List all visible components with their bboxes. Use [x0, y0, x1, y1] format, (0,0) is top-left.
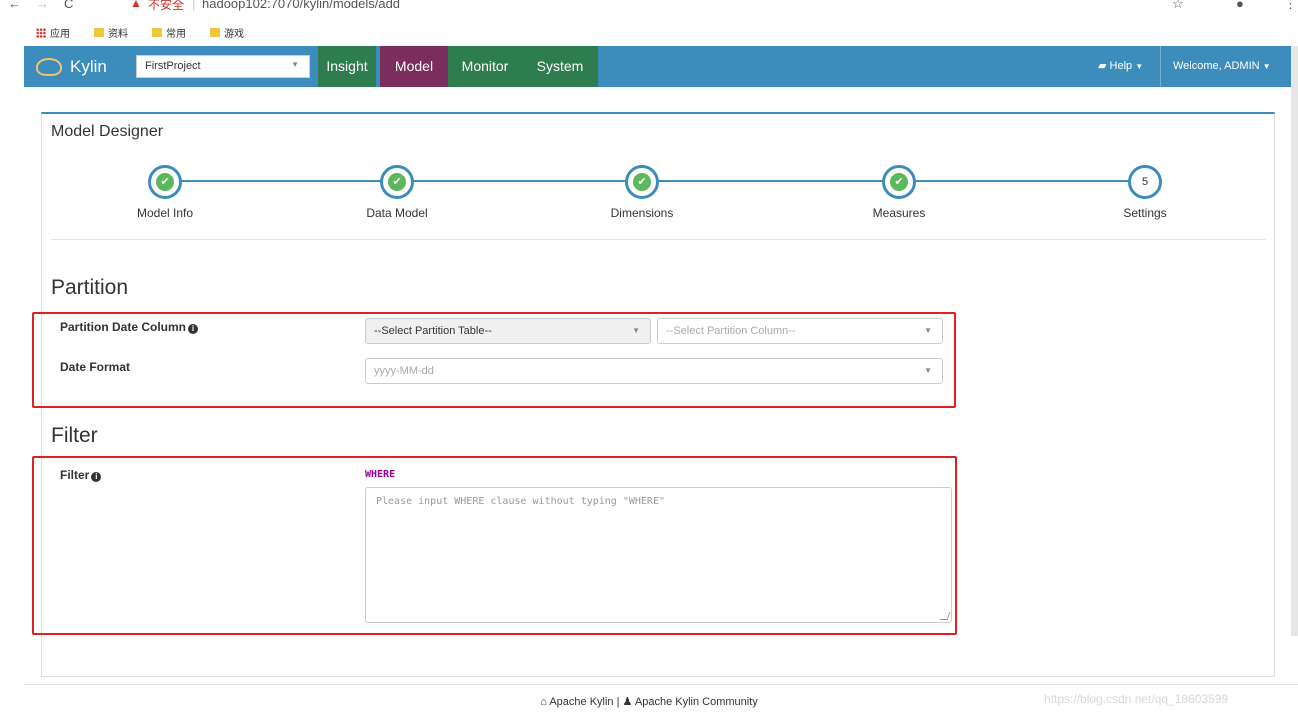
date-format-label: Date Format: [60, 360, 131, 374]
step-measures[interactable]: ✔: [882, 165, 916, 199]
partition-table-value: --Select Partition Table--: [374, 325, 492, 337]
partition-date-column-label: Partition Date Column i: [60, 320, 199, 334]
forward-icon[interactable]: →: [36, 0, 49, 11]
divider: [51, 239, 1266, 240]
browser-chrome: ← → C ▲ 不安全 | hadoop102:7070/kylin/model…: [0, 0, 1298, 46]
step-number: 5: [1141, 176, 1149, 188]
page-title: Model Designer: [51, 123, 164, 140]
folder-icon: [94, 28, 104, 37]
bookmark-folder[interactable]: 游戏: [210, 25, 244, 40]
step-label: Measures: [872, 206, 926, 220]
footer-link-kylin[interactable]: Apache Kylin: [549, 696, 613, 708]
footer-link-community[interactable]: Apache Kylin Community: [635, 696, 758, 708]
insecure-label[interactable]: 不安全: [148, 0, 184, 13]
partition-column-select[interactable]: --Select Partition Column-- ▼: [657, 318, 943, 344]
footer-divider: [24, 684, 1298, 685]
step-dimensions[interactable]: ✔: [625, 165, 659, 199]
partition-date-column-text: Partition Date Column: [60, 320, 187, 334]
caret-down-icon: ▼: [291, 60, 299, 69]
folder-icon: [152, 28, 162, 37]
project-select[interactable]: FirstProject ▼: [136, 55, 310, 78]
star-icon[interactable]: ☆: [1172, 0, 1184, 12]
where-keyword: WHERE: [365, 469, 396, 480]
partition-heading: Partition: [51, 276, 129, 299]
filter-where-textarea[interactable]: Please input WHERE clause without typing…: [365, 487, 952, 623]
resize-handle-icon[interactable]: [939, 612, 951, 620]
model-designer-panel: Model Designer ✔ Model Info ✔ Data Model…: [32, 112, 1275, 677]
warning-icon: ▲: [130, 0, 142, 10]
bookmark-folder[interactable]: 常用: [152, 25, 186, 40]
step-label: Model Info: [136, 206, 194, 220]
check-icon: ✔: [156, 173, 174, 191]
info-icon[interactable]: i: [91, 472, 102, 482]
check-icon: ✔: [890, 173, 908, 191]
scrollbar[interactable]: [1291, 46, 1298, 636]
apps-icon: [36, 27, 46, 38]
kylin-logo-icon: [36, 57, 62, 76]
community-icon: ♟: [622, 696, 633, 708]
footer-separator: |: [616, 696, 620, 708]
brand-name: Kylin: [70, 56, 107, 76]
bookmark-folder[interactable]: 资料: [94, 25, 128, 40]
help-label: Help: [1109, 60, 1133, 72]
profile-icon[interactable]: ●: [1236, 0, 1244, 11]
partition-column-value: --Select Partition Column--: [666, 325, 796, 337]
check-icon: ✔: [388, 173, 406, 191]
filter-heading: Filter: [51, 424, 98, 447]
filter-label: Filter i: [60, 468, 102, 482]
info-icon[interactable]: i: [188, 324, 199, 334]
folder-icon: [210, 28, 220, 37]
nav-divider: [1160, 46, 1161, 87]
nav-monitor[interactable]: Monitor: [448, 46, 522, 87]
back-icon[interactable]: ←: [8, 0, 21, 11]
date-format-select[interactable]: yyyy-MM-dd ▼: [365, 358, 943, 384]
address-row: ← → C ▲ 不安全 | hadoop102:7070/kylin/model…: [0, 0, 1298, 18]
caret-down-icon: ▼: [924, 326, 932, 335]
step-label: Dimensions: [610, 206, 674, 220]
bookmark-apps[interactable]: 应用: [36, 25, 70, 40]
step-label: Data Model: [366, 206, 428, 220]
filter-label-text: Filter: [60, 468, 90, 482]
step-label: Settings: [1123, 206, 1167, 220]
caret-down-icon: ▼: [1262, 62, 1271, 71]
menu-icon[interactable]: ⋮: [1284, 0, 1297, 12]
step-data-model[interactable]: ✔: [380, 165, 414, 199]
watermark: https://blog.csdn.net/qq_18603599: [1044, 692, 1229, 706]
caret-down-icon: ▼: [1135, 62, 1144, 71]
help-menu[interactable]: ▰ Help ▼: [1098, 46, 1143, 87]
nav-model[interactable]: Model: [380, 46, 448, 87]
bookmarks-bar: 应用 资料 常用 游戏: [0, 22, 1298, 42]
book-icon: ▰: [1098, 60, 1107, 72]
top-navbar: Kylin FirstProject ▼ Insight Model Monit…: [24, 46, 1298, 87]
welcome-label: Welcome, ADMIN: [1173, 60, 1260, 72]
partition-table-select[interactable]: --Select Partition Table-- ▼: [365, 318, 651, 344]
step-model-info[interactable]: ✔: [148, 165, 182, 199]
check-icon: ✔: [633, 173, 651, 191]
home-icon: ⌂: [540, 696, 547, 708]
user-menu[interactable]: Welcome, ADMIN ▼: [1173, 46, 1271, 87]
reload-icon[interactable]: C: [64, 0, 73, 11]
caret-down-icon: ▼: [632, 326, 640, 335]
address-bar[interactable]: hadoop102:7070/kylin/models/add: [202, 0, 400, 11]
filter-placeholder: Please input WHERE clause without typing…: [376, 496, 665, 507]
date-format-value: yyyy-MM-dd: [374, 365, 434, 377]
brand[interactable]: Kylin: [24, 46, 148, 87]
step-settings[interactable]: 5: [1128, 165, 1162, 199]
caret-down-icon: ▼: [924, 366, 932, 375]
address-divider: |: [192, 0, 196, 11]
project-select-value: FirstProject: [145, 60, 201, 72]
nav-system[interactable]: System: [522, 46, 598, 87]
nav-insight[interactable]: Insight: [318, 46, 376, 87]
